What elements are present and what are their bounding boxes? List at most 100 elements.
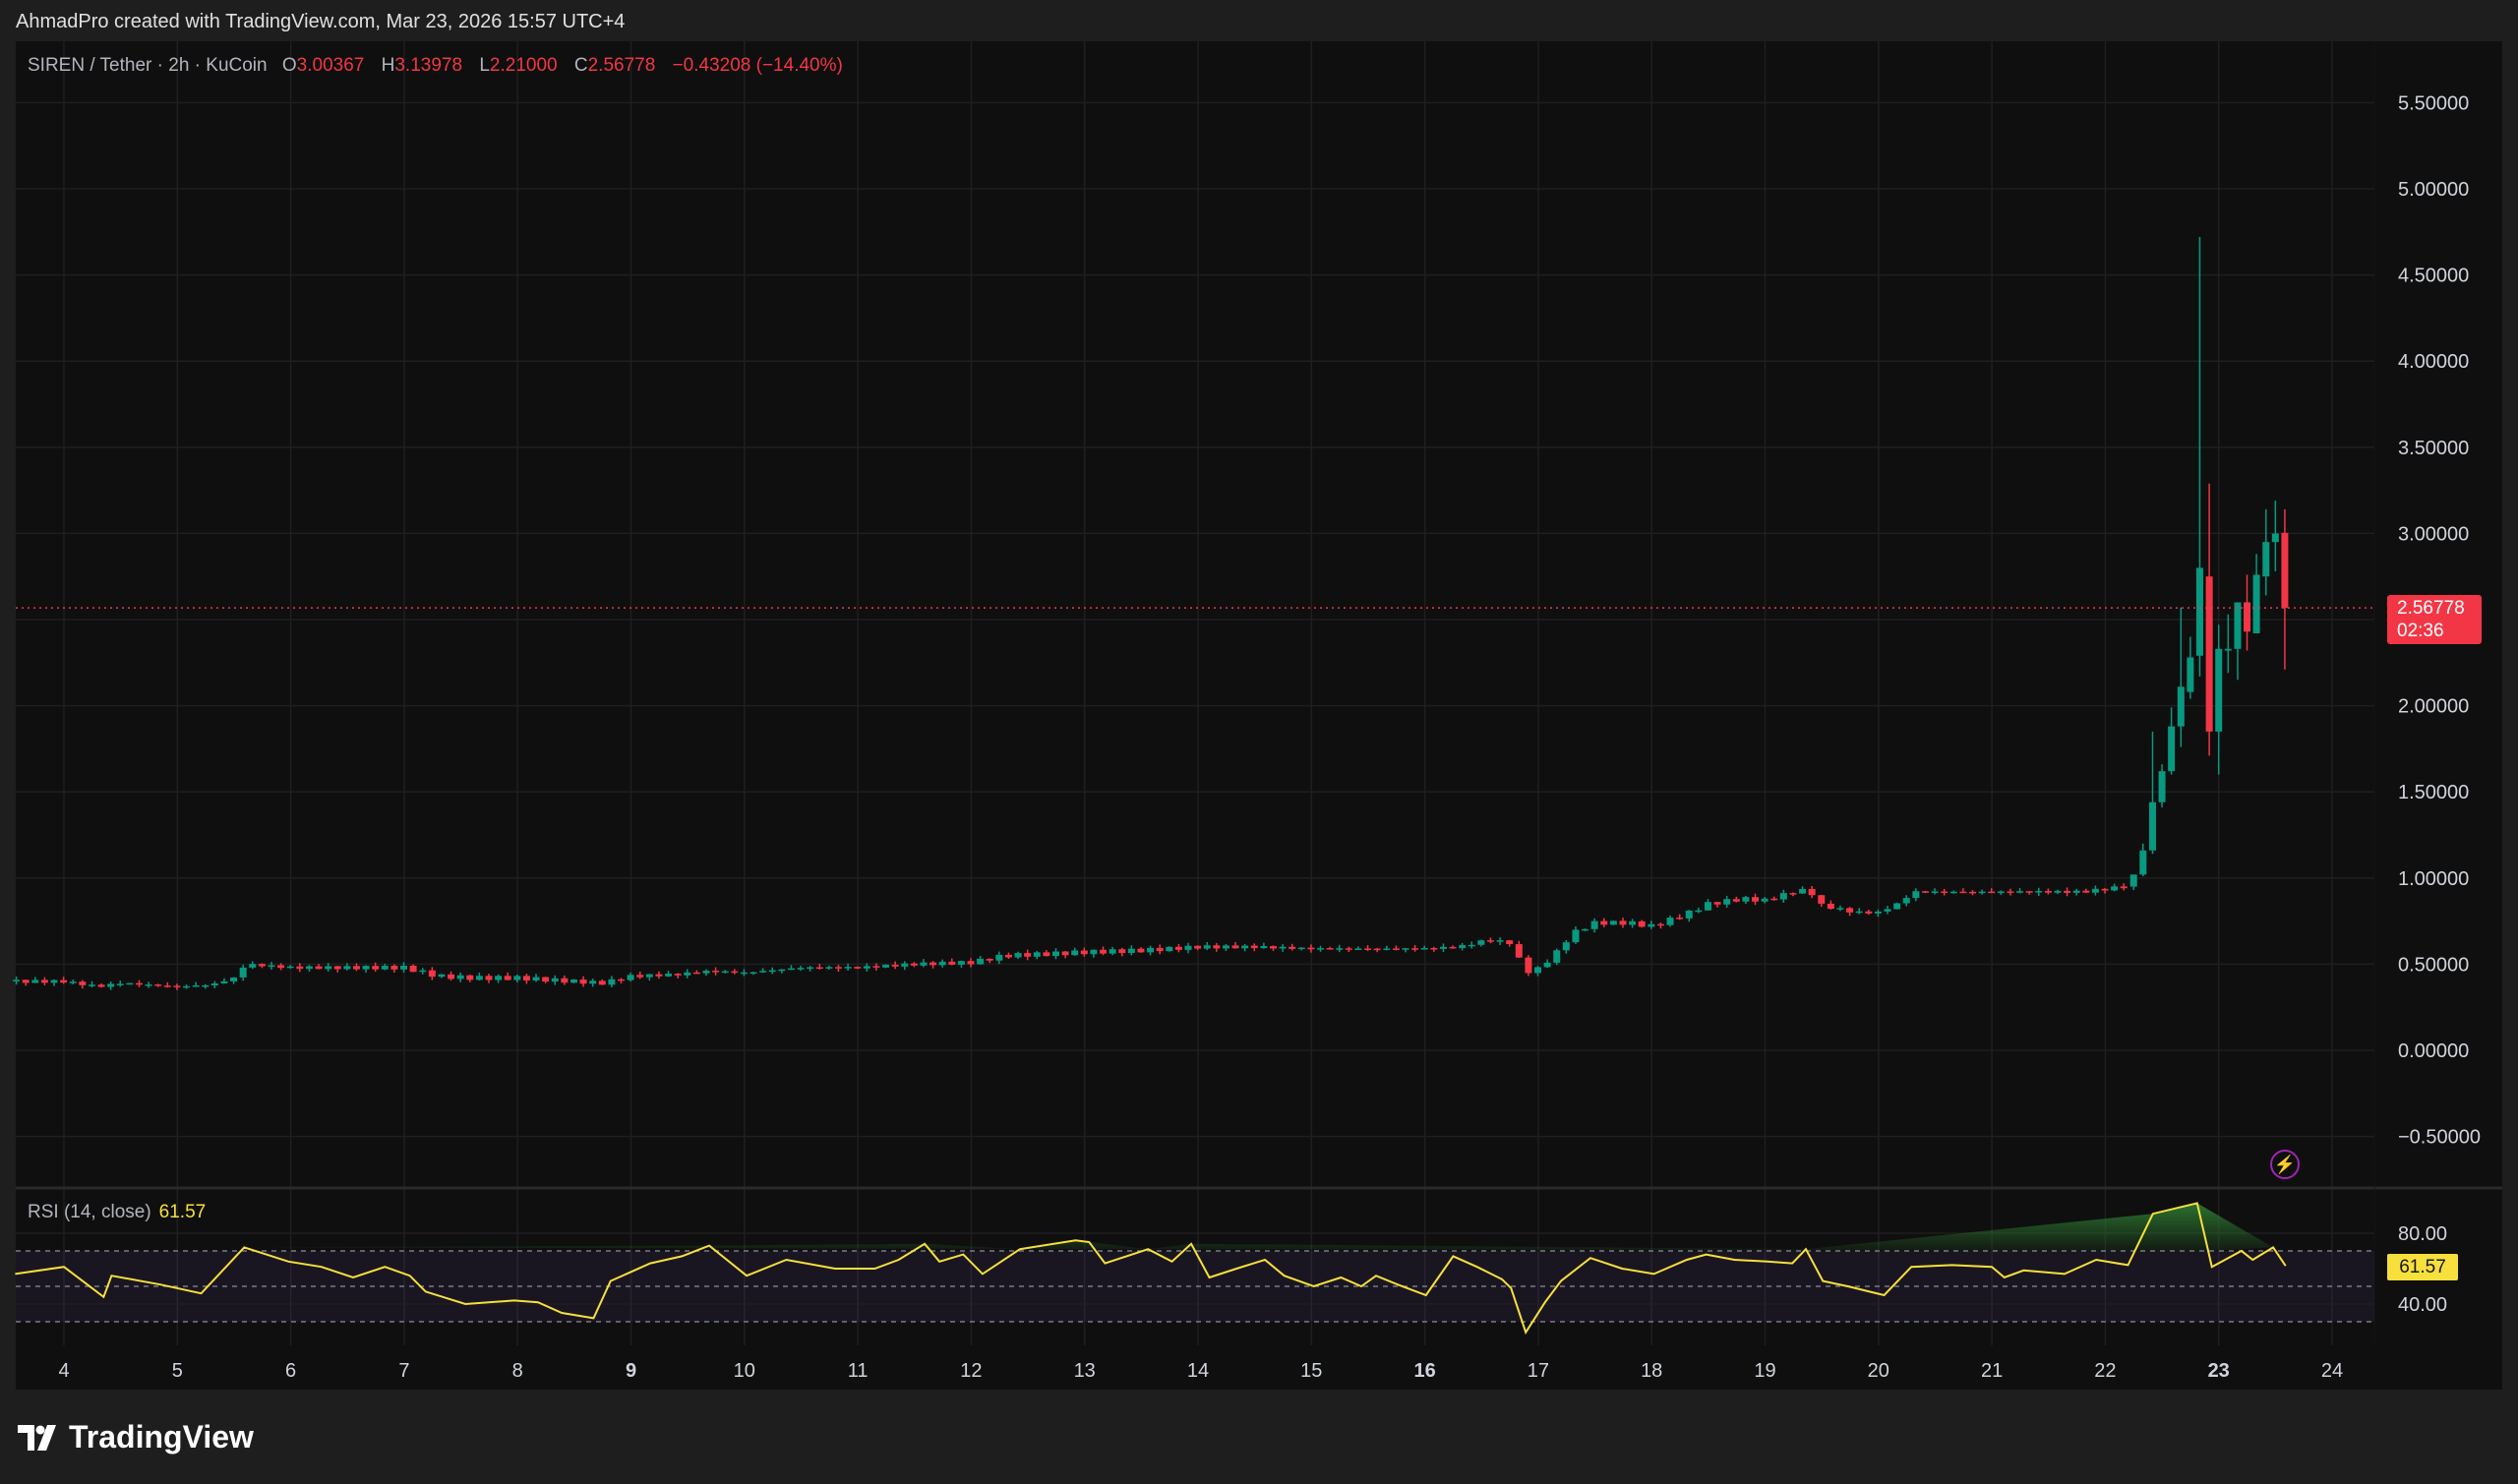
- candle: [778, 969, 785, 973]
- candle-body: [2206, 576, 2213, 732]
- candle: [193, 982, 200, 987]
- candle-body: [636, 975, 643, 977]
- candle: [542, 977, 549, 983]
- symbol-title[interactable]: SIREN / Tether · 2h · KuCoin: [28, 55, 268, 76]
- candle-body: [1128, 949, 1135, 953]
- candle-body: [230, 978, 237, 981]
- candle-body: [835, 967, 842, 969]
- candle-body: [1307, 948, 1314, 950]
- candle-body: [457, 976, 464, 979]
- candle: [646, 974, 653, 980]
- candle-body: [429, 971, 436, 977]
- candle: [1676, 915, 1683, 920]
- candle: [1525, 955, 1531, 976]
- tradingview-logo[interactable]: TradingView: [18, 1419, 254, 1455]
- candle: [1875, 910, 1882, 917]
- candle-body: [1544, 963, 1551, 968]
- candle: [533, 974, 540, 981]
- candle: [1175, 944, 1182, 952]
- candle-body: [872, 966, 879, 968]
- lightning-icon[interactable]: ⚡: [2270, 1150, 2300, 1179]
- open-value: 3.00367: [297, 55, 365, 76]
- candle: [2064, 887, 2070, 896]
- candle-body: [277, 965, 284, 968]
- time-axis-label: 13: [1074, 1360, 1096, 1382]
- candle-body: [2139, 851, 2146, 875]
- candle-body: [268, 965, 274, 967]
- candle: [1034, 951, 1041, 959]
- candle-body: [911, 964, 918, 966]
- candle-body: [702, 971, 709, 974]
- candle-body: [741, 973, 748, 975]
- candle: [429, 967, 436, 979]
- candle: [2281, 509, 2288, 670]
- rsi-title[interactable]: RSI (14, close): [28, 1202, 151, 1222]
- candle: [1354, 946, 1361, 950]
- candle: [911, 962, 918, 967]
- candle: [1204, 942, 1211, 950]
- candle: [882, 965, 889, 969]
- candle-body: [1752, 897, 1759, 902]
- candle-body: [1695, 911, 1702, 913]
- candle: [2139, 844, 2146, 876]
- candle: [211, 981, 218, 988]
- candle: [1081, 948, 1088, 957]
- candle: [2262, 509, 2269, 596]
- candle-body: [1563, 942, 1570, 950]
- candle: [1402, 948, 1409, 952]
- candlestick-chart[interactable]: 4567891011121314151617181920212223245.50…: [0, 0, 2518, 1484]
- candle: [1657, 922, 1664, 928]
- candle-body: [1828, 904, 1834, 909]
- price-axis-label: 2.00000: [2398, 696, 2469, 718]
- candle-body: [2215, 649, 2222, 732]
- candle: [731, 969, 738, 974]
- time-axis-label: 14: [1187, 1360, 1209, 1382]
- candle-body: [410, 966, 417, 972]
- candle-body: [1298, 948, 1305, 950]
- candle: [1374, 948, 1381, 952]
- candle-body: [995, 955, 1002, 961]
- candle: [513, 975, 520, 982]
- candle-body: [382, 966, 389, 970]
- time-axis-label: 24: [2321, 1360, 2343, 1382]
- candle-body: [1846, 908, 1853, 912]
- candle: [1147, 946, 1154, 956]
- candle: [1298, 947, 1305, 950]
- candle-body: [1629, 921, 1636, 925]
- candle: [561, 976, 568, 985]
- price-axis-label: 0.00000: [2398, 1040, 2469, 1062]
- candle-body: [1534, 967, 1541, 973]
- candle-body: [854, 967, 861, 969]
- candle: [220, 979, 227, 984]
- candle: [835, 965, 842, 972]
- candle: [1695, 908, 1702, 914]
- candle-body: [1506, 940, 1513, 944]
- candle: [457, 973, 464, 982]
- candle-body: [1639, 921, 1646, 927]
- time-axis-label: 23: [2208, 1360, 2230, 1382]
- bar-countdown: 02:36: [2397, 620, 2482, 642]
- candle: [854, 967, 861, 970]
- candle-body: [1770, 899, 1777, 901]
- candle-body: [845, 967, 852, 969]
- candle: [1157, 945, 1164, 955]
- candle: [1733, 897, 1740, 903]
- candle: [164, 982, 171, 987]
- candle-body: [1194, 946, 1201, 949]
- candle-body: [807, 968, 813, 970]
- candle-body: [2159, 771, 2166, 802]
- candle: [1912, 888, 1919, 901]
- candle: [1307, 944, 1314, 952]
- candle: [759, 968, 766, 973]
- candle: [1742, 896, 1749, 904]
- candle: [995, 952, 1002, 965]
- candle: [636, 972, 643, 979]
- candle-body: [1600, 921, 1607, 925]
- candle: [70, 979, 77, 984]
- candle-body: [89, 984, 95, 986]
- candle: [1553, 949, 1560, 966]
- candle-body: [759, 971, 766, 973]
- candle-body: [1411, 948, 1418, 950]
- time-axis-label: 7: [398, 1360, 409, 1382]
- candle: [1440, 943, 1447, 952]
